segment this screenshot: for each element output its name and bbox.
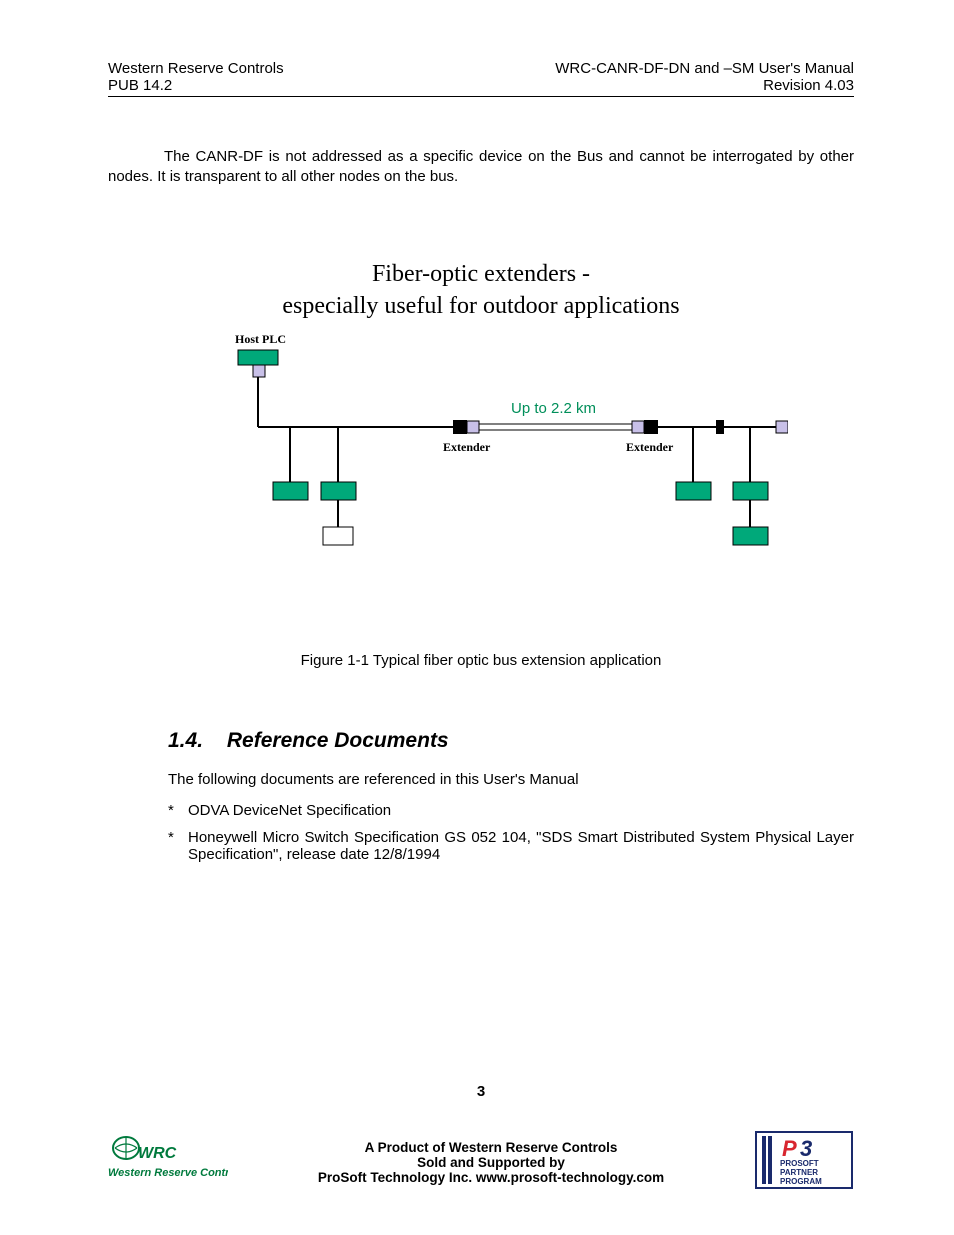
label-extender-right: Extender	[626, 440, 673, 455]
figure-heading: Fiber-optic extenders - especially usefu…	[108, 258, 854, 323]
label-distance: Up to 2.2 km	[511, 400, 596, 417]
reference-intro: The following documents are referenced i…	[108, 771, 854, 788]
footer-line1: A Product of Western Reserve Controls	[228, 1140, 754, 1155]
label-extender-left: Extender	[443, 440, 490, 455]
figure-heading-line2: especially useful for outdoor applicatio…	[108, 290, 854, 322]
section-number: 1.4.	[168, 729, 221, 752]
reference-text: ODVA DeviceNet Specification	[188, 802, 854, 819]
page-header: Western Reserve Controls PUB 14.2 WRC-CA…	[108, 60, 854, 97]
reference-text: Honeywell Micro Switch Specification GS …	[188, 829, 854, 863]
figure-caption: Figure 1-1 Typical fiber optic bus exten…	[108, 652, 854, 669]
revision-number: Revision 4.03	[555, 77, 854, 94]
section-heading: 1.4. Reference Documents	[108, 729, 854, 753]
footer-center: A Product of Western Reserve Controls So…	[228, 1140, 754, 1185]
footer-line2: Sold and Supported by	[228, 1155, 754, 1170]
section-title: Reference Documents	[227, 729, 449, 752]
wrc-logo: WRC Western Reserve Controls	[108, 1136, 228, 1189]
bullet-icon: *	[168, 802, 188, 819]
publication-number: PUB 14.2	[108, 77, 284, 94]
label-host-plc: Host PLC	[235, 332, 286, 347]
svg-text:WRC: WRC	[138, 1145, 177, 1162]
p3-logo: P 3 PROSOFT PARTNER PROGRAM	[754, 1130, 854, 1195]
svg-text:3: 3	[800, 1136, 812, 1161]
company-name: Western Reserve Controls	[108, 60, 284, 77]
figure-heading-line1: Fiber-optic extenders -	[108, 258, 854, 290]
reference-item: * ODVA DeviceNet Specification	[168, 802, 854, 819]
reference-item: * Honeywell Micro Switch Specification G…	[168, 829, 854, 863]
manual-title: WRC-CANR-DF-DN and –SM User's Manual	[555, 60, 854, 77]
page: Western Reserve Controls PUB 14.2 WRC-CA…	[0, 0, 954, 1235]
page-footer: 3 WRC Western Reserve Controls A Product…	[108, 1083, 854, 1195]
bullet-icon: *	[168, 829, 188, 863]
header-left: Western Reserve Controls PUB 14.2	[108, 60, 284, 94]
header-right: WRC-CANR-DF-DN and –SM User's Manual Rev…	[555, 60, 854, 94]
svg-text:P: P	[782, 1136, 797, 1161]
svg-text:Western Reserve Controls: Western Reserve Controls	[108, 1167, 228, 1179]
diagram: Host PLC Up to 2.2 km Extender Extender	[228, 332, 788, 582]
footer-row: WRC Western Reserve Controls A Product o…	[108, 1130, 854, 1195]
intro-paragraph: The CANR-DF is not addressed as a specif…	[108, 147, 854, 188]
svg-text:PROGRAM: PROGRAM	[780, 1177, 822, 1186]
svg-text:PARTNER: PARTNER	[780, 1168, 818, 1177]
svg-text:PROSOFT: PROSOFT	[780, 1159, 819, 1168]
reference-list: * ODVA DeviceNet Specification * Honeywe…	[108, 802, 854, 863]
page-number: 3	[108, 1083, 854, 1100]
diagram-svg	[228, 332, 788, 582]
footer-line3: ProSoft Technology Inc. www.prosoft-tech…	[228, 1170, 754, 1185]
